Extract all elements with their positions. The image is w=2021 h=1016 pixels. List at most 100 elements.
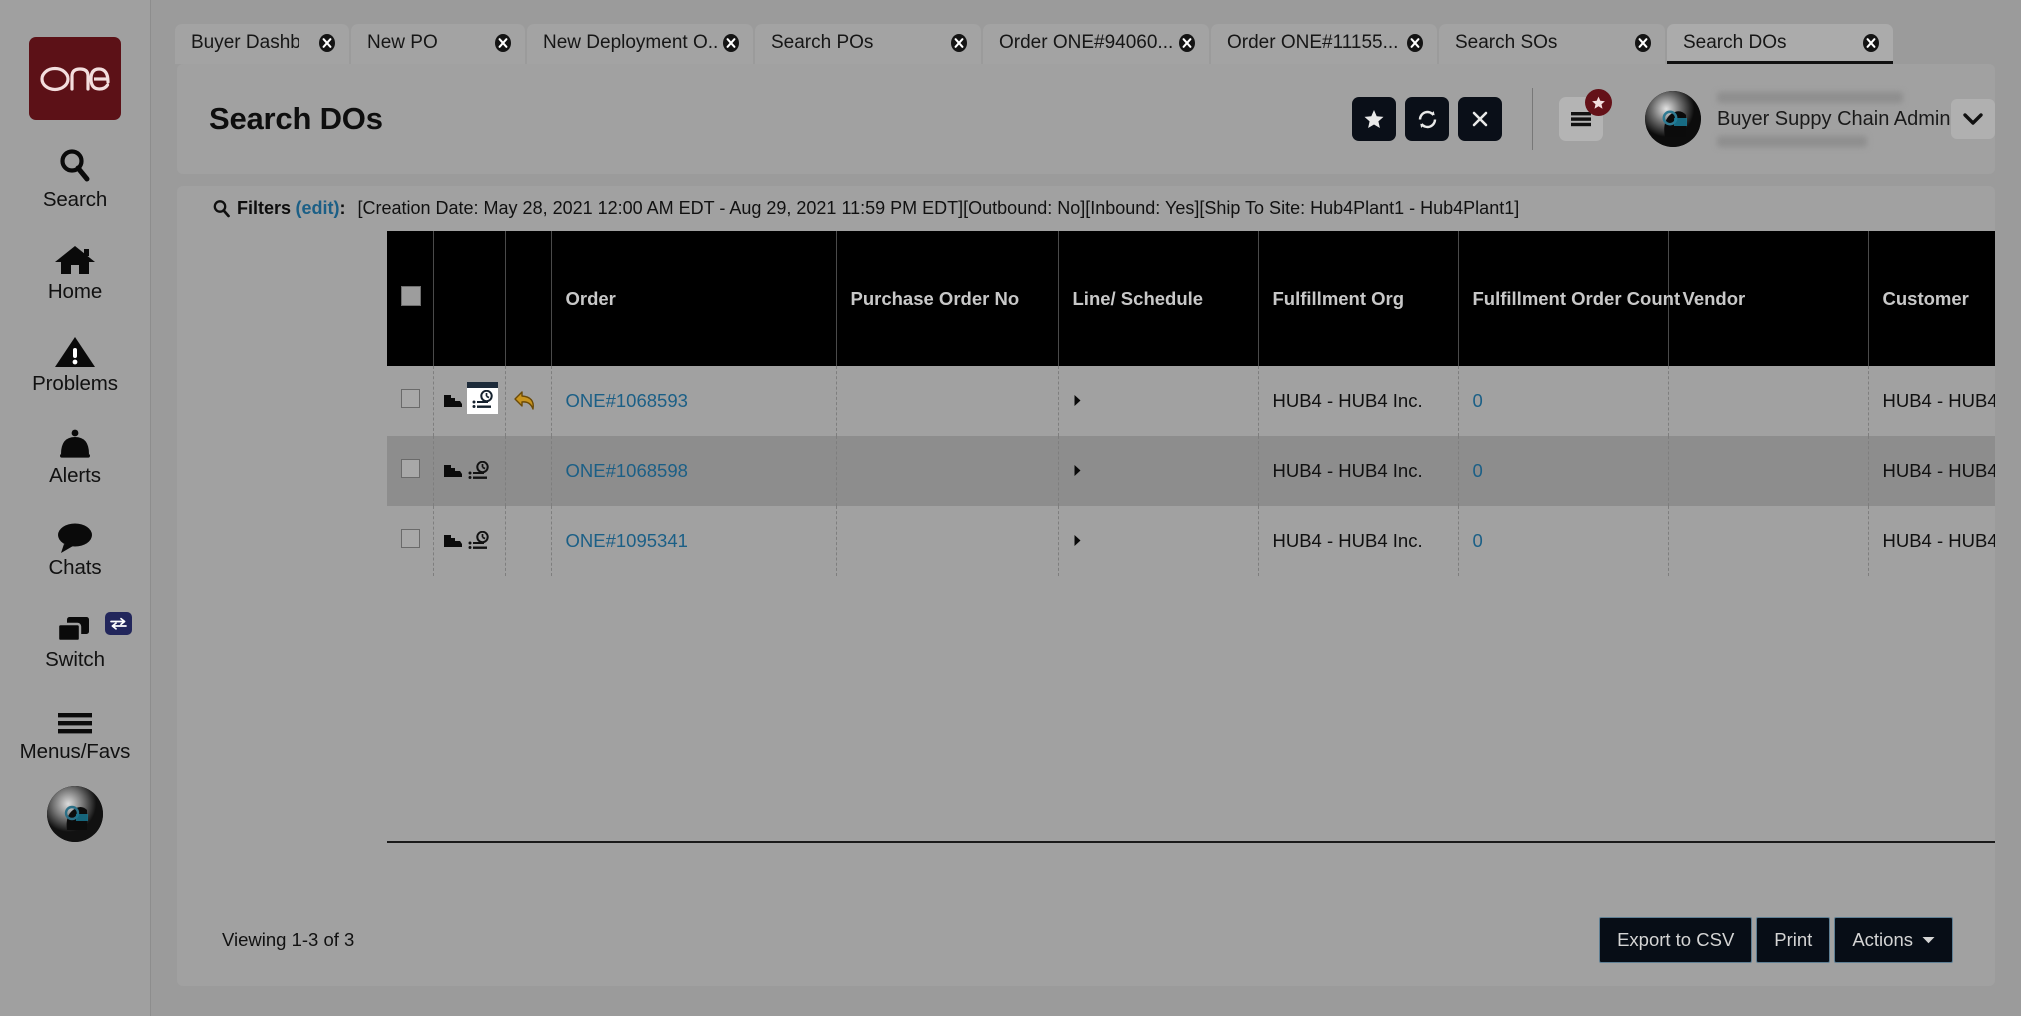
sidebar-item-problems[interactable]: Problems [0, 328, 151, 396]
close-icon[interactable] [721, 33, 741, 53]
expand-caret-icon[interactable] [1073, 464, 1082, 477]
column-header-select[interactable] [387, 231, 434, 366]
shipment-truck-icon[interactable] [442, 391, 464, 411]
tab-label: New Deployment O... [543, 31, 717, 53]
chat-bubble-icon [54, 512, 96, 554]
row-order-cell[interactable]: ONE#1068593 [551, 366, 837, 436]
order-link[interactable]: ONE#1068598 [566, 460, 688, 481]
user-text-block: Buyer Suppy Chain Admin [1717, 91, 1951, 147]
caret-down-icon [1922, 937, 1935, 944]
user-name: Buyer Suppy Chain Admin [1717, 107, 1951, 130]
results-table-viewport[interactable]: Order Purchase Order No Line/ Schedule F… [387, 231, 1995, 841]
close-icon[interactable] [1405, 33, 1425, 53]
row-checkbox[interactable] [401, 459, 420, 478]
row-line-schedule-cell[interactable] [1058, 366, 1259, 436]
row-action-cell[interactable] [505, 366, 552, 436]
user-menu-toggle[interactable] [1951, 99, 1995, 139]
order-link[interactable]: ONE#1068593 [566, 390, 688, 411]
close-icon[interactable] [317, 33, 337, 53]
cell-value: HUB4 - HUB4 In [1882, 390, 1996, 411]
menus-favorites-button[interactable] [1559, 89, 1612, 141]
column-header-icons [433, 231, 506, 366]
count-link[interactable]: 0 [1473, 460, 1483, 481]
filters-bar: Filters (edit) : [Creation Date: May 28,… [177, 186, 1995, 231]
column-header-order[interactable]: Order [551, 231, 837, 366]
one-network-logo[interactable] [29, 37, 121, 120]
tab-order-11155[interactable]: Order ONE#11155... [1211, 24, 1437, 64]
actions-button[interactable]: Actions [1834, 917, 1953, 963]
tab-search-dos[interactable]: Search DOs [1667, 24, 1893, 64]
row-icons-cell[interactable] [433, 506, 506, 576]
tab-buyer-dashboard[interactable]: Buyer Dashboard [175, 24, 349, 64]
print-button[interactable]: Print [1756, 917, 1831, 963]
sidebar-item-chats[interactable]: Chats [0, 512, 151, 580]
count-link[interactable]: 0 [1473, 530, 1483, 551]
refresh-icon [1416, 108, 1439, 131]
select-all-checkbox[interactable] [401, 286, 421, 306]
close-icon[interactable] [1633, 33, 1653, 53]
tab-order-94060[interactable]: Order ONE#94060... [983, 24, 1209, 64]
column-header-customer[interactable]: Customer [1868, 231, 1995, 366]
pagination-status: Viewing 1-3 of 3 [222, 929, 355, 950]
row-icons-cell[interactable] [433, 436, 506, 506]
table-row: ONE#1095341 HUB4 - HUB4 Inc. 0 HUB4 - HU… [387, 506, 1995, 576]
sidebar-item-home[interactable]: Home [0, 236, 151, 304]
row-fulfillment-order-count-cell[interactable]: 0 [1458, 506, 1669, 576]
export-to-csv-button[interactable]: Export to CSV [1599, 917, 1753, 963]
expand-caret-icon[interactable] [1073, 394, 1082, 407]
user-profile-block[interactable]: Buyer Suppy Chain Admin [1645, 91, 1951, 147]
shipment-truck-icon[interactable] [442, 531, 464, 551]
footer-button-group: Export to CSV Print Actions [1599, 917, 1953, 963]
close-icon[interactable] [1861, 33, 1881, 53]
count-link[interactable]: 0 [1473, 390, 1483, 411]
close-button[interactable] [1458, 97, 1502, 141]
redacted-line-bottom [1717, 135, 1867, 147]
sidebar-item-alerts[interactable]: Alerts [0, 420, 151, 488]
row-action-cell [505, 506, 552, 576]
close-icon[interactable] [493, 33, 513, 53]
order-link[interactable]: ONE#1095341 [566, 530, 688, 551]
close-icon[interactable] [949, 33, 969, 53]
sidebar-item-menus-favs[interactable]: Menus/Favs [0, 696, 151, 764]
status-badge [1585, 89, 1612, 116]
row-line-schedule-cell[interactable] [1058, 436, 1259, 506]
tab-search-sos[interactable]: Search SOs [1439, 24, 1665, 64]
order-history-icon[interactable] [467, 530, 490, 552]
avatar[interactable] [1645, 91, 1701, 147]
order-history-icon[interactable] [467, 460, 490, 482]
shipment-truck-icon[interactable] [442, 461, 464, 481]
column-header-line-schedule[interactable]: Line/ Schedule [1058, 231, 1259, 366]
row-select-cell[interactable] [387, 436, 434, 506]
filters-edit-link[interactable]: (edit) [295, 198, 339, 219]
tab-new-deployment-order[interactable]: New Deployment O... [527, 24, 753, 64]
row-checkbox[interactable] [401, 389, 420, 408]
row-select-cell[interactable] [387, 506, 434, 576]
avatar[interactable] [47, 786, 103, 842]
row-fulfillment-order-count-cell[interactable]: 0 [1458, 436, 1669, 506]
row-icons-cell[interactable] [433, 366, 506, 436]
tab-search-pos[interactable]: Search POs [755, 24, 981, 64]
column-header-label: Fulfillment Order Count [1472, 287, 1681, 309]
order-history-icon[interactable] [466, 382, 498, 414]
sidebar-item-switch[interactable]: Switch [0, 604, 151, 672]
row-checkbox[interactable] [401, 529, 420, 548]
row-select-cell[interactable] [387, 366, 434, 436]
undo-reply-arrow-icon[interactable] [512, 389, 551, 413]
sidebar-item-search[interactable]: Search [0, 144, 151, 212]
swap-arrows-icon[interactable] [104, 612, 132, 635]
column-header-fulfillment-org[interactable]: Fulfillment Org [1258, 231, 1459, 366]
refresh-button[interactable] [1405, 97, 1449, 141]
column-header-purchase-order-no[interactable]: Purchase Order No [836, 231, 1059, 366]
column-header-fulfillment-order-count[interactable]: Fulfillment Order Count [1458, 231, 1680, 366]
row-order-cell[interactable]: ONE#1068598 [551, 436, 837, 506]
row-order-cell[interactable]: ONE#1095341 [551, 506, 837, 576]
row-line-schedule-cell[interactable] [1058, 506, 1259, 576]
column-header-vendor[interactable]: Vendor [1668, 231, 1869, 366]
tab-new-po[interactable]: New PO [351, 24, 525, 64]
close-icon[interactable] [1177, 33, 1197, 53]
row-fulfillment-order-count-cell[interactable]: 0 [1458, 366, 1669, 436]
expand-caret-icon[interactable] [1073, 534, 1082, 547]
filters-summary: [Creation Date: May 28, 2021 12:00 AM ED… [357, 198, 1520, 218]
row-purchase-order-no-cell [836, 366, 1059, 436]
favorite-button[interactable] [1352, 97, 1396, 141]
